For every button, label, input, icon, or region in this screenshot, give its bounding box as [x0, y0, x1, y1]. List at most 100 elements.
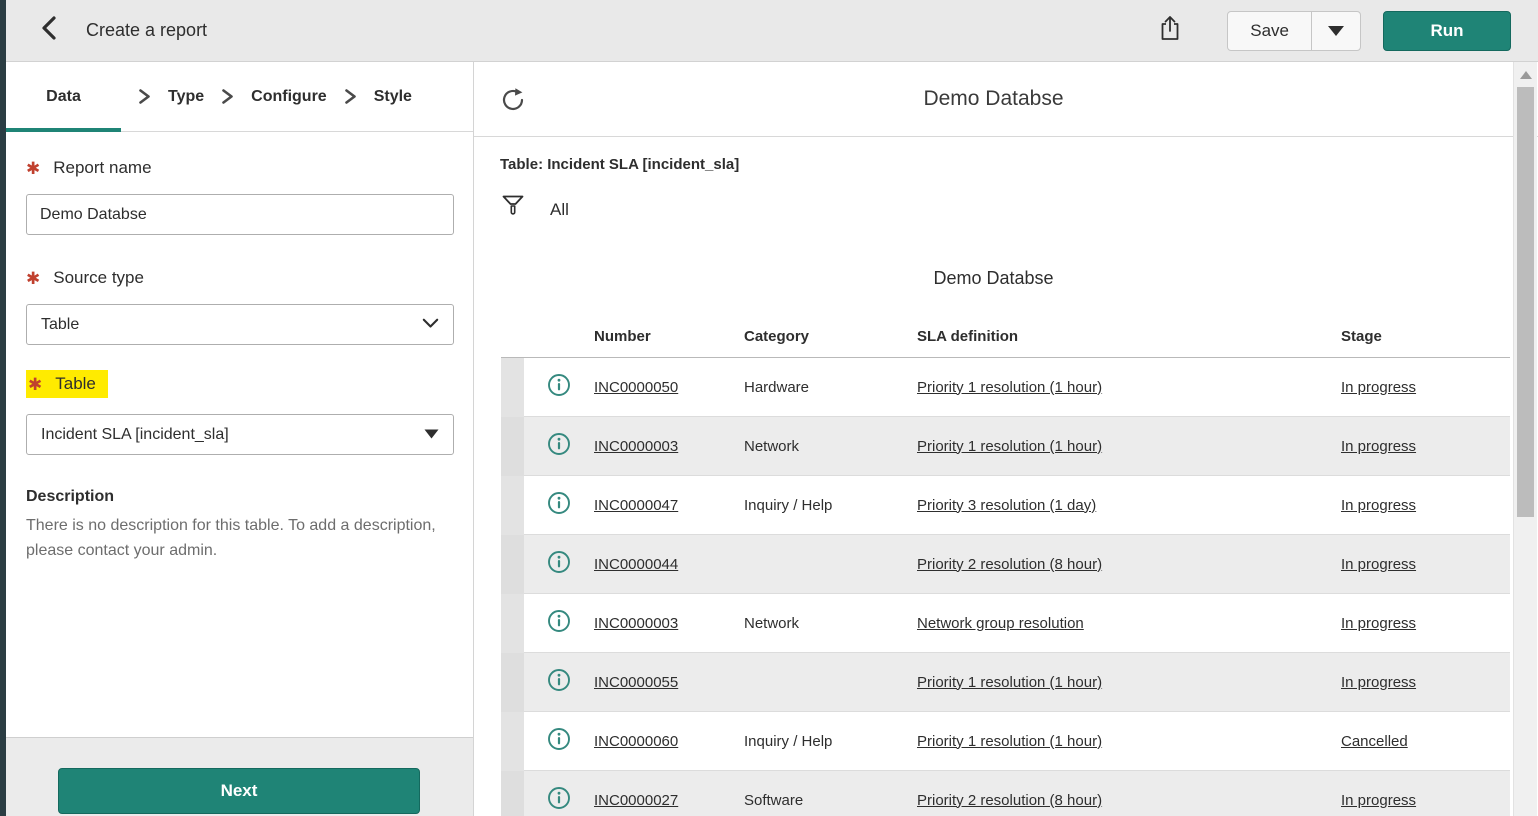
info-icon [547, 491, 571, 520]
source-type-value: Table [41, 316, 79, 334]
chevron-down-icon [422, 316, 439, 334]
row-info-button[interactable] [524, 668, 594, 697]
info-icon [547, 550, 571, 579]
main-area: Data Type Configure Style ✱ Report n [6, 62, 1538, 816]
window-edge-strip [0, 0, 6, 816]
table-row: INC0000003 Network Priority 1 resolution… [501, 417, 1510, 476]
filter-button[interactable]: All [501, 196, 1538, 224]
source-type-select[interactable]: Table [26, 304, 454, 345]
table-select[interactable]: Incident SLA [incident_sla] [26, 414, 454, 455]
page-title: Create a report [86, 20, 207, 41]
row-sla-link[interactable]: Network group resolution [917, 615, 1084, 632]
share-button[interactable] [1155, 16, 1185, 46]
row-number-link[interactable]: INC0000003 [594, 615, 678, 632]
row-number-link[interactable]: INC0000055 [594, 674, 678, 691]
row-stage-link[interactable]: In progress [1341, 497, 1416, 514]
share-icon [1158, 14, 1182, 47]
tab-configure[interactable]: Configure [251, 88, 327, 106]
run-button[interactable]: Run [1383, 11, 1511, 51]
vertical-scrollbar[interactable] [1513, 62, 1537, 816]
column-header-stage: Stage [1341, 328, 1510, 345]
row-number-link[interactable]: INC0000027 [594, 792, 678, 809]
source-type-label-text: Source type [53, 268, 144, 288]
row-stage-link[interactable]: In progress [1341, 674, 1416, 691]
row-sla-link[interactable]: Priority 1 resolution (1 hour) [917, 733, 1102, 750]
row-sla-link[interactable]: Priority 2 resolution (8 hour) [917, 792, 1102, 809]
row-sla-link[interactable]: Priority 1 resolution (1 hour) [917, 438, 1102, 455]
source-type-label: ✱ Source type [26, 268, 453, 288]
row-number-link[interactable]: INC0000003 [594, 438, 678, 455]
report-name-label: ✱ Report name [26, 158, 453, 178]
info-icon [547, 668, 571, 697]
info-icon [547, 373, 571, 402]
row-info-button[interactable] [524, 786, 594, 815]
triangle-down-icon [424, 426, 439, 444]
row-category: Hardware [744, 379, 809, 396]
preview-title: Demo Databse [474, 87, 1513, 111]
back-chevron-icon [38, 15, 60, 46]
tab-style[interactable]: Style [374, 88, 412, 106]
row-number-link[interactable]: INC0000047 [594, 497, 678, 514]
row-strip [501, 771, 524, 816]
row-info-button[interactable] [524, 727, 594, 756]
active-tab-underline [6, 128, 121, 132]
report-settings-panel: Data Type Configure Style ✱ Report n [6, 62, 474, 816]
row-number-link[interactable]: INC0000060 [594, 733, 678, 750]
row-stage-link[interactable]: Cancelled [1341, 733, 1408, 750]
info-icon [547, 609, 571, 638]
row-strip [501, 712, 524, 771]
records-table: Number Category SLA definition Stage INC… [501, 312, 1510, 816]
table-row: INC0000047 Inquiry / Help Priority 3 res… [501, 476, 1510, 535]
row-sla-link[interactable]: Priority 2 resolution (8 hour) [917, 556, 1102, 573]
row-strip [501, 476, 524, 535]
row-info-button[interactable] [524, 550, 594, 579]
row-category: Inquiry / Help [744, 497, 832, 514]
table-select-value: Incident SLA [incident_sla] [41, 426, 229, 444]
row-stage-link[interactable]: In progress [1341, 556, 1416, 573]
table-row: INC0000060 Inquiry / Help Priority 1 res… [501, 712, 1510, 771]
preview-panel: Demo Databse Table: Incident SLA [incide… [474, 62, 1538, 816]
scrollbar-up-arrow-icon[interactable] [1520, 71, 1532, 79]
next-label: Next [221, 781, 258, 801]
row-category: Software [744, 792, 803, 809]
row-sla-link[interactable]: Priority 3 resolution (1 day) [917, 497, 1096, 514]
row-sla-link[interactable]: Priority 1 resolution (1 hour) [917, 379, 1102, 396]
row-stage-link[interactable]: In progress [1341, 792, 1416, 809]
row-sla-link[interactable]: Priority 1 resolution (1 hour) [917, 674, 1102, 691]
row-info-button[interactable] [524, 432, 594, 461]
chevron-right-icon [138, 88, 151, 105]
row-info-button[interactable] [524, 609, 594, 638]
filter-condition-label: All [550, 200, 569, 220]
row-stage-link[interactable]: In progress [1341, 379, 1416, 396]
tab-data[interactable]: Data [6, 88, 121, 106]
table-body: INC0000050 Hardware Priority 1 resolutio… [501, 358, 1510, 816]
row-number-link[interactable]: INC0000050 [594, 379, 678, 396]
row-strip [501, 358, 524, 417]
back-button[interactable] [36, 18, 62, 44]
run-label: Run [1430, 21, 1463, 41]
description-heading: Description [26, 488, 453, 506]
save-button[interactable]: Save [1228, 12, 1311, 50]
row-stage-link[interactable]: In progress [1341, 438, 1416, 455]
row-info-button[interactable] [524, 373, 594, 402]
column-header-category: Category [744, 328, 917, 345]
row-strip [501, 594, 524, 653]
column-header-sla-definition: SLA definition [917, 328, 1341, 345]
row-info-button[interactable] [524, 491, 594, 520]
info-icon [547, 432, 571, 461]
scrollbar-thumb[interactable] [1517, 87, 1534, 517]
table-row: INC0000003 Network Network group resolut… [501, 594, 1510, 653]
report-name-input[interactable] [26, 194, 454, 235]
save-label: Save [1250, 21, 1289, 41]
row-stage-link[interactable]: In progress [1341, 615, 1416, 632]
report-grid-title: Demo Databse [474, 268, 1538, 290]
save-split-button: Save [1227, 11, 1361, 51]
wizard-steps: Data Type Configure Style [6, 62, 473, 132]
row-number-link[interactable]: INC0000044 [594, 556, 678, 573]
save-menu-button[interactable] [1312, 12, 1360, 50]
required-icon: ✱ [26, 160, 40, 177]
next-button[interactable]: Next [58, 768, 420, 814]
row-category: Network [744, 615, 799, 632]
tab-type[interactable]: Type [168, 88, 204, 106]
row-category: Inquiry / Help [744, 733, 832, 750]
